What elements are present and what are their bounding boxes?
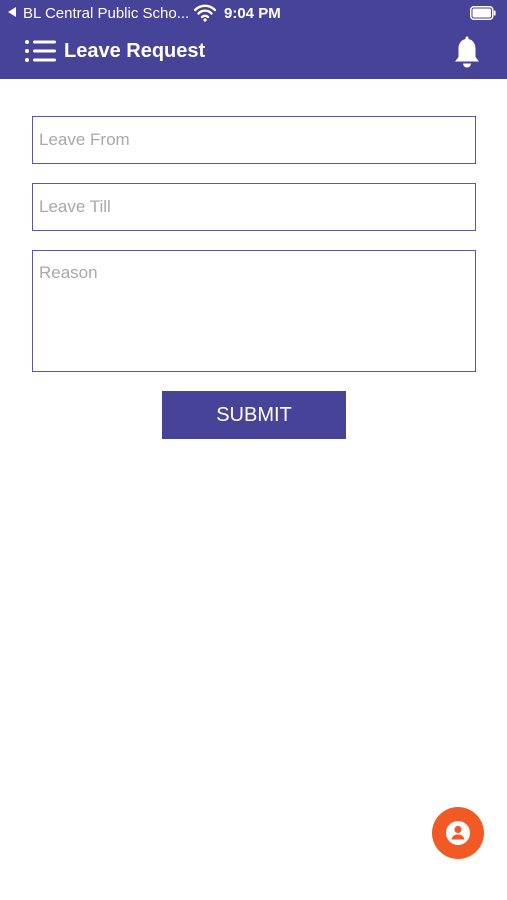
status-bar: BL Central Public Scho... 9:04 PM: [0, 0, 507, 28]
reason-textarea[interactable]: [32, 250, 476, 372]
profile-fab-button[interactable]: [432, 807, 484, 859]
clock-time: 9:04 PM: [224, 5, 281, 22]
wifi-icon: [194, 4, 216, 22]
back-arrow-icon[interactable]: [8, 7, 16, 17]
submit-button[interactable]: SUBMIT: [162, 391, 346, 439]
carrier-label: BL Central Public Scho...: [23, 5, 190, 22]
menu-list-icon[interactable]: [24, 38, 58, 66]
battery-icon: [470, 6, 496, 20]
leave-from-field[interactable]: [32, 116, 476, 164]
leave-till-field[interactable]: [32, 183, 476, 231]
bell-icon[interactable]: [452, 36, 482, 70]
user-profile-icon: [446, 821, 470, 845]
top-bar: BL Central Public Scho... 9:04 PM Leave: [0, 0, 507, 79]
page-title: Leave Request: [64, 40, 206, 62]
leave-request-screen: BL Central Public Scho... 9:04 PM Leave: [0, 0, 507, 900]
